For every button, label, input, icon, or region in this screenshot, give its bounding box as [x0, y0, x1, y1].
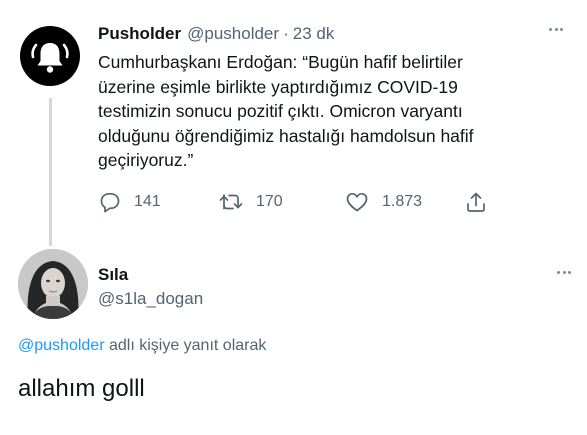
- reply-tweet[interactable]: Sıla @s1la_dogan @pusholder adlı kişiye …: [0, 243, 587, 435]
- original-tweet[interactable]: Pusholder @pusholder · 23 dk Cumhurbaşka…: [0, 0, 587, 246]
- reply-button[interactable]: 141: [98, 188, 161, 216]
- author-avatar[interactable]: [20, 26, 80, 86]
- replying-to-label: adlı kişiye yanıt olarak: [104, 337, 267, 354]
- share-icon: [467, 192, 485, 212]
- reply-author-avatar[interactable]: [18, 249, 88, 319]
- reply-count: 141: [134, 193, 161, 210]
- tweet-screenshot: Pusholder @pusholder · 23 dk Cumhurbaşka…: [0, 0, 587, 435]
- share-button[interactable]: [464, 188, 488, 216]
- like-button[interactable]: 1.873: [344, 188, 422, 216]
- thread-connector-line: [49, 98, 52, 246]
- more-options-icon[interactable]: [549, 28, 563, 32]
- tweet-text: Cumhurbaşkanı Erdoğan: “Bugün hafif beli…: [98, 52, 474, 170]
- tweet-timestamp[interactable]: 23 dk: [293, 24, 335, 44]
- reply-text: allahım golll: [18, 375, 145, 402]
- reply-author-name[interactable]: Sıla: [98, 265, 128, 285]
- like-count: 1.873: [382, 193, 423, 210]
- tweet-actions: 141 170 1.873: [98, 188, 518, 216]
- replying-to: @pusholder adlı kişiye yanıt olarak: [18, 337, 266, 355]
- header-separator: ·: [283, 24, 289, 43]
- retweet-count: 170: [256, 193, 283, 210]
- retweet-icon: [219, 194, 243, 210]
- user-photo-icon: [18, 249, 88, 319]
- reply-more-options-icon[interactable]: [557, 271, 571, 275]
- tweet-header: Pusholder @pusholder · 23 dk: [98, 22, 567, 46]
- reply-icon: [100, 192, 120, 213]
- reply-author-handle[interactable]: @s1la_dogan: [98, 289, 203, 309]
- bell-icon: [31, 43, 69, 73]
- retweet-button[interactable]: 170: [218, 188, 283, 216]
- author-handle[interactable]: @pusholder: [187, 24, 279, 44]
- replying-to-mention[interactable]: @pusholder: [18, 337, 105, 354]
- author-name[interactable]: Pusholder: [98, 24, 181, 44]
- heart-icon: [346, 192, 368, 212]
